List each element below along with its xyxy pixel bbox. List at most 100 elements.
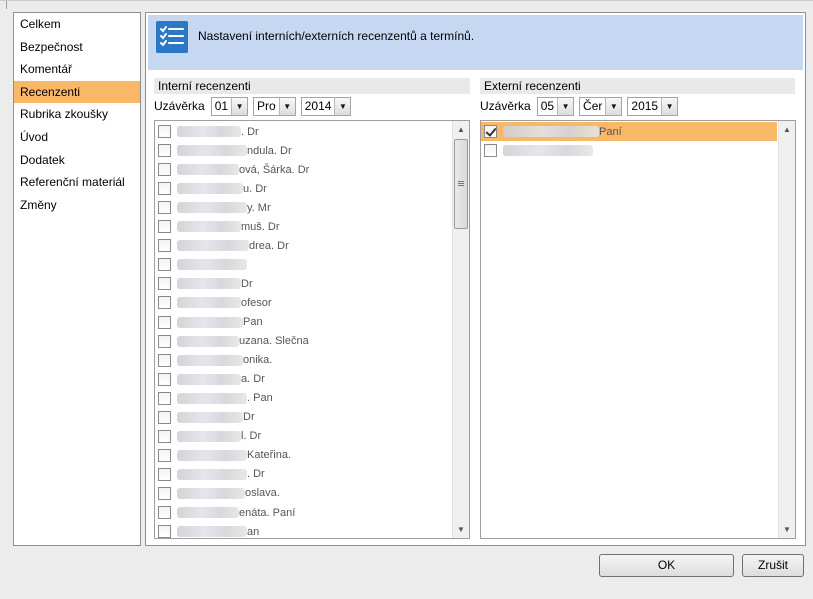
reviewer-checkbox[interactable] <box>484 125 497 138</box>
internal-reviewer-list: ▲ ▼ . Dr ndula. Dr ová, Šárka. Dr u. Dr y. M… <box>154 120 470 539</box>
redacted-name <box>177 278 241 290</box>
internal-deadline-label: Uzávěrka <box>154 99 205 113</box>
sidebar-item-referencni-material[interactable]: Referenční materiál <box>14 171 140 194</box>
reviewer-row[interactable]: ndula. Dr <box>155 141 451 160</box>
reviewer-checkbox[interactable] <box>158 182 171 196</box>
reviewer-row[interactable]: enáta. Paní <box>155 503 451 522</box>
reviewer-row[interactable]: ová, Šárka. Dr <box>155 160 451 179</box>
reviewer-checkbox[interactable] <box>158 506 171 519</box>
reviewer-row[interactable]: Paní <box>481 122 777 141</box>
external-day-select[interactable]: 05 ▼ <box>536 96 575 116</box>
reviewer-checkbox[interactable] <box>158 353 171 367</box>
reviewer-row[interactable] <box>481 141 777 160</box>
internal-month-select[interactable]: Pro ▼ <box>253 96 296 116</box>
reviewer-checkbox[interactable] <box>158 201 171 215</box>
chevron-down-icon: ▼ <box>334 97 351 115</box>
reviewer-label: Kateřina. <box>247 449 292 462</box>
reviewer-label: ndula. Dr <box>247 144 292 157</box>
sidebar-item-rubrika-zkousky[interactable]: Rubrika zkoušky <box>14 103 140 126</box>
reviewer-row[interactable]: uzana. Slečna <box>155 332 451 351</box>
reviewer-label: oslava. <box>245 487 280 500</box>
reviewer-label: muš. Dr <box>241 220 280 233</box>
reviewer-checkbox[interactable] <box>158 220 171 234</box>
reviewer-checkbox[interactable] <box>158 448 171 462</box>
sidebar-item-celkem[interactable]: Celkem <box>14 13 140 36</box>
reviewer-checkbox[interactable] <box>158 163 171 177</box>
reviewer-row[interactable]: u. Dr <box>155 179 451 198</box>
reviewer-label: Dr <box>241 277 253 290</box>
reviewer-checkbox[interactable] <box>158 525 171 538</box>
reviewer-row[interactable]: . Dr <box>155 465 451 484</box>
redacted-name <box>177 221 241 233</box>
scroll-down-icon[interactable]: ▼ <box>453 521 469 538</box>
reviewer-row[interactable]: oslava. <box>155 484 451 503</box>
reviewer-checkbox[interactable] <box>158 410 171 424</box>
internal-year-select[interactable]: 2014 ▼ <box>300 96 352 116</box>
reviewer-row[interactable]: ofesor <box>155 293 451 312</box>
internal-day-select[interactable]: 01 ▼ <box>210 96 249 116</box>
scroll-up-icon[interactable]: ▲ <box>453 121 469 138</box>
sidebar-item-dodatek[interactable]: Dodatek <box>14 149 140 172</box>
reviewer-label: onika. <box>243 354 273 367</box>
sidebar-item-komentar[interactable]: Komentář <box>14 58 140 81</box>
reviewer-checkbox[interactable] <box>484 144 497 158</box>
scroll-up-icon[interactable]: ▲ <box>779 121 795 138</box>
chevron-down-icon: ▼ <box>605 97 622 115</box>
panel-header: Nastavení interních/externích recenzentů… <box>148 15 803 70</box>
sidebar-item-zmeny[interactable]: Změny <box>14 194 140 217</box>
reviewer-checkbox[interactable] <box>158 277 171 291</box>
external-list-scrollbar[interactable]: ▲ ▼ <box>778 121 795 538</box>
reviewer-checkbox[interactable] <box>158 467 171 481</box>
reviewer-label: drea. Dr <box>249 239 289 252</box>
scrollbar-thumb[interactable] <box>454 139 468 229</box>
reviewer-label: enáta. Paní <box>239 506 296 519</box>
reviewer-row[interactable] <box>155 255 451 274</box>
reviewer-checkbox[interactable] <box>158 125 171 138</box>
internal-list-scrollbar[interactable]: ▲ ▼ <box>452 121 469 538</box>
reviewer-checkbox[interactable] <box>158 429 171 443</box>
reviewer-row[interactable]: Dr <box>155 274 451 293</box>
redacted-name <box>177 164 239 176</box>
reviewer-row[interactable]: Kateřina. <box>155 446 451 465</box>
reviewer-checkbox[interactable] <box>158 258 171 272</box>
reviewer-row[interactable]: muš. Dr <box>155 217 451 236</box>
reviewer-checkbox[interactable] <box>158 144 171 158</box>
cancel-button[interactable]: Zrušit <box>742 554 804 577</box>
reviewer-checkbox[interactable] <box>158 391 171 405</box>
scroll-down-icon[interactable]: ▼ <box>779 521 795 538</box>
reviewer-row[interactable]: Pan <box>155 313 451 332</box>
reviewer-checkbox[interactable] <box>158 315 171 329</box>
external-month-select[interactable]: Čer ▼ <box>579 96 623 116</box>
reviewer-checkbox[interactable] <box>158 239 171 253</box>
sidebar-item-bezpecnost[interactable]: Bezpečnost <box>14 36 140 59</box>
reviewer-checkbox[interactable] <box>158 334 171 348</box>
reviewer-checkbox[interactable] <box>158 486 171 500</box>
reviewer-row[interactable]: an <box>155 522 451 538</box>
reviewer-label: ová, Šárka. Dr <box>239 163 310 176</box>
reviewer-row[interactable]: l. Dr <box>155 427 451 446</box>
redacted-name <box>177 259 247 271</box>
external-year-select[interactable]: 2015 ▼ <box>627 96 679 116</box>
reviewer-row[interactable]: drea. Dr <box>155 236 451 255</box>
reviewer-checkbox[interactable] <box>158 296 171 310</box>
sidebar-item-uvod[interactable]: Úvod <box>14 126 140 149</box>
reviewer-row[interactable]: y. Mr <box>155 198 451 217</box>
sidebar-item-recenzenti[interactable]: Recenzenti <box>14 80 140 104</box>
reviewer-row[interactable]: . Dr <box>155 122 451 141</box>
reviewer-label: an <box>247 525 260 538</box>
redacted-name <box>177 373 241 385</box>
reviewer-row[interactable]: Dr <box>155 408 451 427</box>
chevron-down-icon: ▼ <box>557 97 574 115</box>
reviewer-row[interactable]: onika. <box>155 351 451 370</box>
chevron-down-icon: ▼ <box>231 97 248 115</box>
reviewer-label: . Pan <box>247 392 273 405</box>
ok-button[interactable]: OK <box>599 554 734 577</box>
reviewer-checkbox[interactable] <box>158 372 171 386</box>
reviewer-row[interactable]: . Pan <box>155 389 451 408</box>
redacted-name <box>177 507 239 518</box>
reviewer-label: Paní <box>599 125 622 138</box>
main-panel: Nastavení interních/externích recenzentů… <box>145 12 806 546</box>
redacted-name <box>177 411 243 423</box>
reviewer-row[interactable]: a. Dr <box>155 370 451 389</box>
reviewer-label: l. Dr <box>241 430 262 443</box>
